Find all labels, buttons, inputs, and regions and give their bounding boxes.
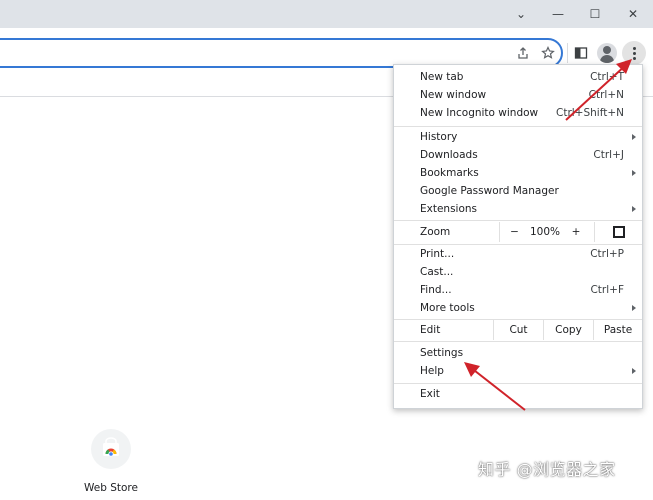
- chrome-menu: New tab Ctrl+T New window Ctrl+N New Inc…: [393, 64, 643, 409]
- more-menu-icon[interactable]: [622, 41, 646, 65]
- submenu-arrow-icon: [632, 206, 636, 212]
- menu-item-new-tab[interactable]: New tab Ctrl+T: [394, 68, 642, 86]
- menu-item-more-tools[interactable]: More tools: [394, 299, 642, 317]
- menu-item-print[interactable]: Print... Ctrl+P: [394, 245, 642, 263]
- menu-item-cast[interactable]: Cast...: [394, 263, 642, 281]
- paste-button[interactable]: Paste: [593, 320, 642, 340]
- copy-button[interactable]: Copy: [543, 320, 593, 340]
- zoom-in-button[interactable]: +: [561, 222, 591, 242]
- submenu-arrow-icon: [632, 134, 636, 140]
- submenu-arrow-icon: [632, 368, 636, 374]
- side-panel-icon[interactable]: [570, 42, 592, 64]
- menu-item-extensions[interactable]: Extensions: [394, 200, 642, 218]
- watermark-text: 知乎 @浏览器之家: [478, 460, 616, 479]
- submenu-arrow-icon: [632, 305, 636, 311]
- fullscreen-button[interactable]: [594, 222, 642, 242]
- web-store-shortcut[interactable]: [91, 429, 131, 469]
- bookmark-star-icon[interactable]: [537, 42, 559, 64]
- maximize-button[interactable]: ☐: [576, 0, 614, 28]
- menu-item-password-manager[interactable]: Google Password Manager: [394, 182, 642, 200]
- zoom-out-button[interactable]: −: [499, 222, 529, 242]
- menu-item-history[interactable]: History: [394, 128, 642, 146]
- fullscreen-icon: [612, 226, 625, 238]
- cut-button[interactable]: Cut: [493, 320, 543, 340]
- menu-separator: [394, 341, 642, 342]
- profile-icon[interactable]: [597, 43, 617, 63]
- minimize-button[interactable]: —: [539, 0, 577, 28]
- menu-item-help[interactable]: Help: [394, 362, 642, 380]
- menu-separator: [394, 126, 642, 127]
- menu-item-new-window[interactable]: New window Ctrl+N: [394, 86, 642, 104]
- menu-item-settings[interactable]: Settings: [394, 344, 642, 362]
- share-icon[interactable]: [512, 42, 534, 64]
- menu-separator: [394, 383, 642, 384]
- tab-search-chevron-icon[interactable]: ⌄: [502, 0, 540, 28]
- title-bar: ⌄ — ☐ ✕: [0, 0, 653, 28]
- menu-item-bookmarks[interactable]: Bookmarks: [394, 164, 642, 182]
- toolbar-separator: [567, 43, 568, 63]
- menu-item-new-incognito-window[interactable]: New Incognito window Ctrl+Shift+N: [394, 104, 642, 122]
- close-window-button[interactable]: ✕: [614, 0, 652, 28]
- menu-item-downloads[interactable]: Downloads Ctrl+J: [394, 146, 642, 164]
- web-store-icon: [103, 437, 119, 457]
- web-store-label[interactable]: Web Store: [70, 482, 152, 494]
- zoom-level-value: 100%: [529, 226, 561, 238]
- menu-item-exit[interactable]: Exit: [394, 385, 642, 403]
- menu-item-find[interactable]: Find... Ctrl+F: [394, 281, 642, 299]
- submenu-arrow-icon: [632, 170, 636, 176]
- menu-separator: [394, 220, 642, 221]
